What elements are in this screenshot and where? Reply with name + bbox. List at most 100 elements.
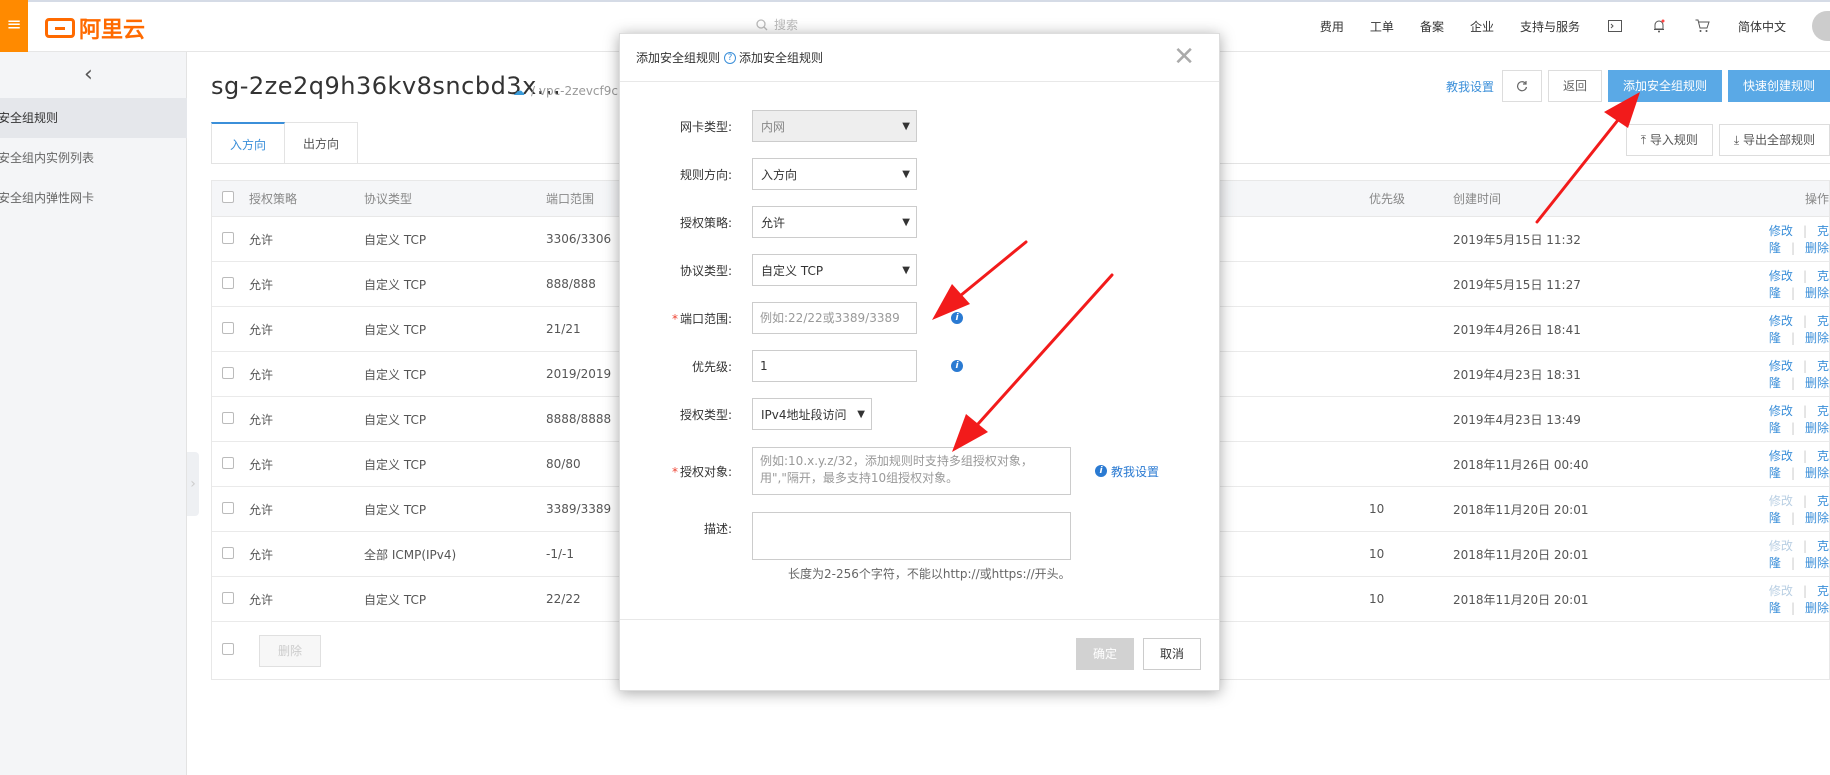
ops-separator: | (1802, 539, 1807, 553)
terminal-icon[interactable] (1606, 17, 1624, 35)
row-checkbox[interactable] (222, 591, 234, 604)
row-checkbox[interactable] (222, 411, 234, 424)
delete-link[interactable]: 删除 (1805, 556, 1829, 570)
add-rule-button[interactable]: 添加安全组规则 (1607, 70, 1722, 102)
language-switch[interactable]: 简体中文 (1738, 18, 1786, 35)
sidebar-item-enis[interactable]: 安全组内弹性网卡 (0, 178, 187, 218)
ops-separator: | (1790, 286, 1795, 300)
col-ops: 操作 (1804, 192, 1829, 206)
ops-separator: | (1802, 584, 1807, 598)
close-icon[interactable]: ✕ (1173, 44, 1195, 70)
row-priority: 优先级: 1 i (620, 350, 963, 382)
nav-fees[interactable]: 费用 (1320, 18, 1344, 35)
edit-link[interactable]: 修改 (1769, 359, 1793, 373)
delete-link[interactable]: 删除 (1805, 241, 1829, 255)
edit-link[interactable]: 修改 (1769, 404, 1793, 418)
port-range-input[interactable]: 例如:22/22或3389/3389 (752, 302, 917, 334)
hamburger-menu-icon[interactable]: ≡ (0, 0, 28, 52)
auth-type-select[interactable]: IPv4地址段访问 ▼ (752, 398, 872, 430)
port-label: 端口范围: (679, 311, 732, 326)
cart-icon[interactable] (1694, 17, 1712, 35)
row-protocol: 自定义 TCP (364, 322, 427, 337)
chevron-down-icon: ▼ (902, 264, 910, 276)
batch-delete-button[interactable]: 删除 (259, 634, 322, 667)
export-rules-button[interactable]: ⤓ 导出全部规则 (1718, 124, 1830, 156)
row-auth-type: 授权类型: IPv4地址段访问 ▼ (620, 398, 872, 430)
ops-separator: | (1802, 449, 1807, 463)
nav-beian[interactable]: 备案 (1420, 18, 1444, 35)
edit-link[interactable]: 修改 (1769, 314, 1793, 328)
ops-separator: | (1790, 331, 1795, 345)
ops-separator: | (1802, 359, 1807, 373)
bell-icon[interactable] (1650, 17, 1668, 35)
refresh-button[interactable] (1501, 70, 1542, 102)
auth-object-label-wrap: * 授权对象: (620, 463, 752, 480)
back-button[interactable]: 返回 (1547, 70, 1602, 102)
confirm-button[interactable]: 确定 (1076, 638, 1135, 670)
tab-inbound[interactable]: 入方向 (211, 122, 286, 164)
tab-outbound[interactable]: 出方向 (285, 122, 359, 164)
quick-create-button[interactable]: 快速创建规则 (1727, 70, 1830, 102)
ops-separator: | (1790, 556, 1795, 570)
delete-link[interactable]: 删除 (1805, 511, 1829, 525)
search-icon (756, 18, 768, 30)
add-rule-dialog: 添加安全组规则 ? 添加安全组规则 ✕ 网卡类型: 内网 ▼ 规则方向: 入方向 ▼… (619, 33, 1220, 691)
port-label-wrap: * 端口范围: (620, 310, 752, 327)
policy-value: 允许 (761, 215, 786, 230)
sidebar-collapse-handle[interactable]: › (187, 452, 199, 516)
auth-object-teach-link[interactable]: i 教我设置 (1095, 463, 1159, 480)
edit-link: 修改 (1768, 539, 1793, 553)
auth-object-textarea[interactable]: 例如:10.x.y.z/32，添加规则时支持多组授权对象，用","隔开，最多支持… (752, 447, 1071, 495)
import-rules-button[interactable]: ⤒ 导入规则 (1625, 124, 1713, 156)
row-checkbox[interactable] (222, 456, 234, 469)
delete-link[interactable]: 删除 (1805, 331, 1829, 345)
teach-me-link[interactable]: 教我设置 (1446, 78, 1494, 95)
footer-select-checkbox[interactable] (222, 643, 234, 655)
teach-link-label: 教我设置 (1111, 464, 1160, 479)
delete-link[interactable]: 删除 (1805, 421, 1829, 435)
info-icon[interactable]: i (951, 360, 963, 372)
delete-link[interactable]: 删除 (1805, 601, 1829, 615)
edit-link[interactable]: 修改 (1769, 269, 1793, 283)
logo-text: 阿里云 (79, 18, 146, 43)
refresh-icon (1516, 81, 1528, 92)
row-description: 描述: (620, 512, 1071, 560)
row-checkbox[interactable] (222, 231, 234, 244)
page-title: sg-2ze2q9h36kv8sncbd3x... (211, 72, 562, 100)
priority-input[interactable]: 1 (752, 350, 917, 382)
row-checkbox[interactable] (222, 366, 234, 379)
policy-select[interactable]: 允许 ▼ (752, 206, 917, 238)
row-checkbox[interactable] (222, 321, 234, 334)
edit-link[interactable]: 修改 (1769, 224, 1793, 238)
info-icon[interactable]: i (951, 312, 963, 324)
select-all-checkbox[interactable] (222, 191, 234, 203)
auth-type-label: 授权类型: (679, 407, 732, 422)
row-created: 2018年11月26日 00:40 (1453, 457, 1589, 472)
row-checkbox[interactable] (222, 546, 234, 559)
row-checkbox[interactable] (222, 501, 234, 514)
cancel-button[interactable]: 取消 (1143, 638, 1202, 670)
delete-link[interactable]: 删除 (1805, 376, 1829, 390)
aliyun-logo[interactable]: 阿里云 (45, 12, 145, 44)
top-search[interactable]: 搜索 (756, 16, 798, 33)
row-protocol: 自定义 TCP (364, 412, 427, 427)
delete-link[interactable]: 删除 (1805, 466, 1829, 480)
avatar[interactable] (1812, 11, 1830, 41)
nav-support[interactable]: 支持与服务 (1520, 18, 1580, 35)
direction-select[interactable]: 入方向 ▼ (752, 158, 917, 190)
help-icon[interactable]: ? (724, 51, 737, 64)
sidebar-item-rules[interactable]: 安全组规则 (0, 98, 187, 138)
vpc-id[interactable]: / vpc-2zevcf9cu (531, 84, 626, 98)
row-protocol: 自定义 TCP (364, 367, 427, 382)
delete-link[interactable]: 删除 (1805, 286, 1829, 300)
back-chevron-icon[interactable]: ‹ (84, 62, 93, 87)
row-checkbox[interactable] (222, 276, 234, 289)
nav-enterprise[interactable]: 企业 (1470, 18, 1494, 35)
row-nic-type: 网卡类型: 内网 ▼ (620, 110, 917, 142)
sidebar-item-instances[interactable]: 安全组内实例列表 (0, 138, 187, 178)
protocol-select[interactable]: 自定义 TCP ▼ (752, 254, 917, 286)
edit-link[interactable]: 修改 (1769, 449, 1793, 463)
dialog-help-link[interactable]: 添加安全组规则 (739, 49, 823, 66)
description-textarea[interactable] (752, 512, 1071, 560)
nav-tickets[interactable]: 工单 (1370, 18, 1394, 35)
